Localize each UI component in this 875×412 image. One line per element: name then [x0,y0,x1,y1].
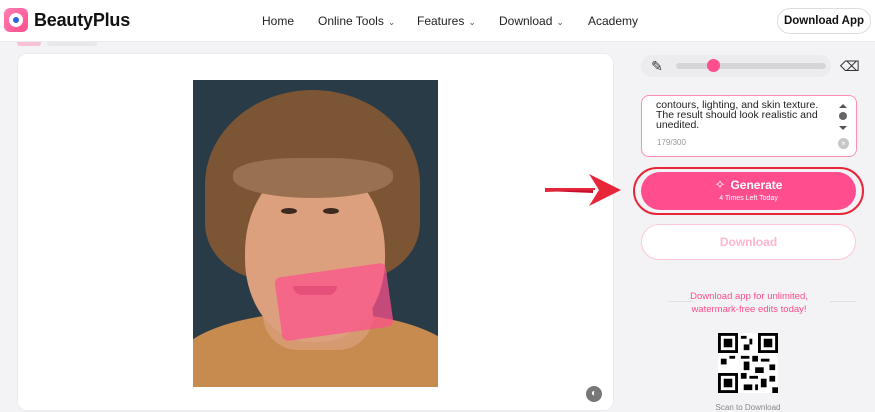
nav-item-academy[interactable]: Academy [588,14,638,28]
nav-label-academy: Academy [588,14,639,28]
top-navigation-bar: BeautyPlus Home Online Tools ⌄ Features ⌄ … [0,0,875,42]
chevron-down-icon: ⌄ [556,17,564,27]
photo-eye-right [323,208,339,214]
pointer-arrow-icon [545,174,621,206]
nav-item-online-tools[interactable]: Online Tools ⌄ [318,14,395,28]
brush-size-slider[interactable] [676,63,826,69]
portrait-photo[interactable] [193,80,438,387]
download-button[interactable]: Download [641,224,856,260]
eraser-icon[interactable]: ⌫ [840,57,860,75]
app-promo-text: Download app for unlimited, watermark-fr… [690,291,808,315]
clear-icon[interactable]: × [838,138,849,149]
photo-bangs [233,158,393,198]
generate-label-row: ✧ Generate [641,177,856,193]
beautyplus-logo[interactable] [4,8,28,32]
character-count: 179/300 [657,138,686,147]
tab-indicator[interactable] [47,42,97,46]
chevron-down-icon: ⌄ [468,17,476,27]
brand-name[interactable]: BeautyPlus [34,10,130,31]
photo-eye-left [281,208,297,214]
nav-item-features[interactable]: Features ⌄ [417,14,476,28]
download-app-button[interactable]: Download App [777,8,871,34]
generate-button[interactable]: ✧ Generate 4 Times Left Today [641,172,856,210]
nav-item-home[interactable]: Home [262,14,294,28]
scroll-up-icon[interactable] [839,104,847,108]
nav-label-home: Home [262,14,295,28]
qr-code [718,333,778,393]
remaining-uses-text: 4 Times Left Today [719,195,778,202]
scroll-down-icon[interactable] [839,126,847,130]
prompt-scrollbar[interactable] [838,104,848,134]
divider [830,301,856,302]
compare-icon[interactable]: ◐ [586,386,602,402]
sparkle-icon: ✧ [714,177,726,192]
nav-label-online-tools: Online Tools [318,14,384,28]
prompt-text[interactable]: contours, lighting, and skin texture. Th… [656,100,831,132]
nav-label-features: Features [417,14,465,28]
scroll-thumb[interactable] [839,112,847,120]
tab-indicator-active[interactable] [17,42,41,46]
brush-icon[interactable]: ✎ [648,57,666,75]
generate-label: Generate [730,178,783,192]
brush-size-slider-handle[interactable] [707,59,720,72]
chevron-down-icon: ⌄ [387,17,396,27]
nav-item-download[interactable]: Download ⌄ [499,14,564,28]
nav-label-download: Download [499,14,553,28]
